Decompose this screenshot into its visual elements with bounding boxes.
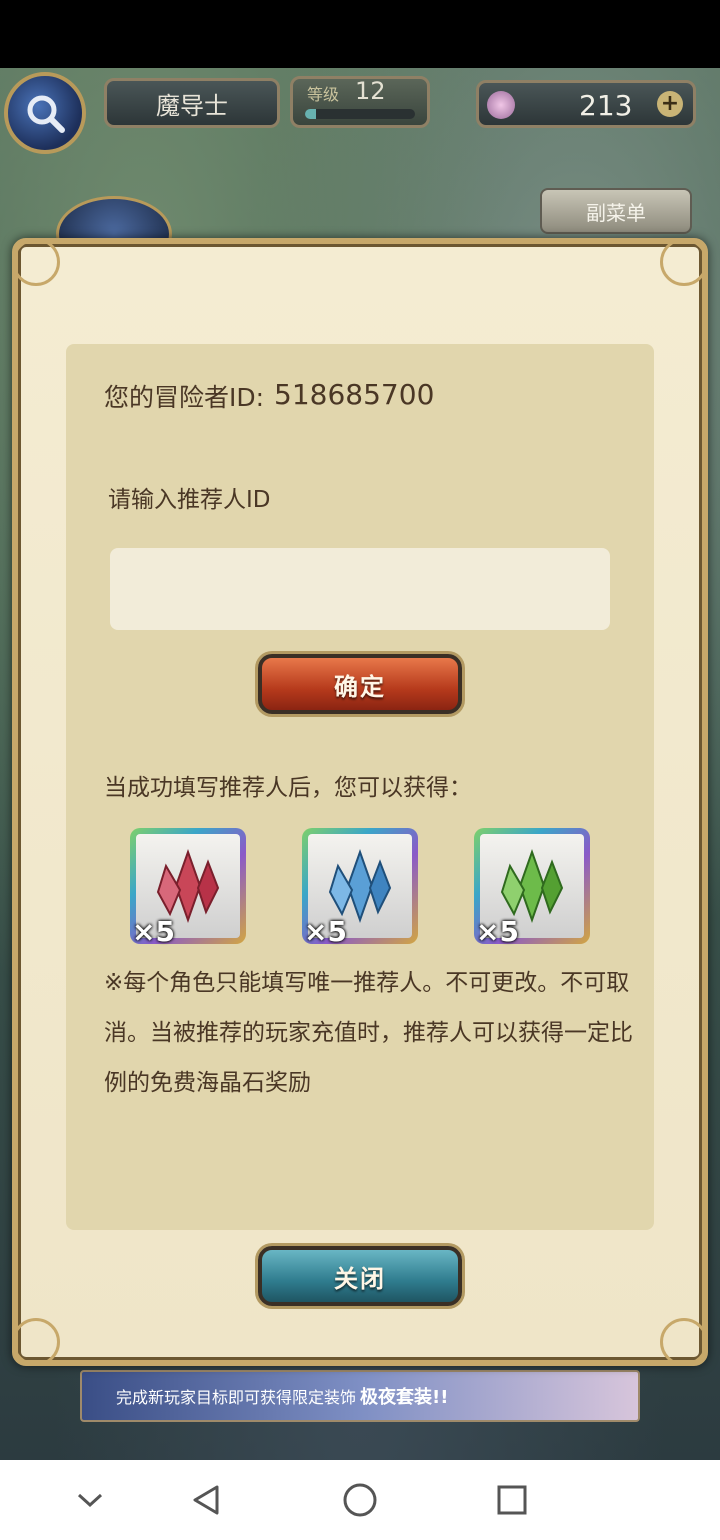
confirm-button[interactable]: 确定 <box>258 654 462 714</box>
chevron-down-icon[interactable] <box>70 1480 110 1520</box>
red-crystal-icon <box>156 848 220 924</box>
reward-item-blue-crystal[interactable]: ×5 <box>302 828 418 948</box>
add-gems-button[interactable]: + <box>657 91 683 117</box>
status-bar <box>0 0 720 68</box>
banner-text: 完成新玩家目标即可获得限定装饰 <box>116 1388 357 1407</box>
corner-ornament <box>660 238 708 286</box>
corner-ornament <box>12 1318 60 1366</box>
adventurer-id-label: 您的冒险者ID: <box>104 383 265 412</box>
reward-item-green-crystal[interactable]: ×5 <box>474 828 590 948</box>
adventurer-id-row: 您的冒险者ID: 518685700 <box>104 378 434 414</box>
reward-note: 当成功填写推荐人后，您可以获得： <box>104 775 472 801</box>
search-icon <box>27 95 65 133</box>
submenu-button[interactable]: 副菜单 <box>540 188 692 234</box>
blue-crystal-icon <box>328 848 392 924</box>
level-label: 等级 <box>307 85 340 104</box>
reward-item-red-crystal[interactable]: ×5 <box>130 828 246 948</box>
back-icon[interactable] <box>186 1480 226 1520</box>
gem-counter: 213 + <box>476 80 696 128</box>
reward-quantity: ×5 <box>304 915 347 948</box>
level-progress-bar <box>305 109 415 119</box>
reward-quantity: ×5 <box>476 915 519 948</box>
home-icon[interactable] <box>340 1480 380 1520</box>
level-display: 等级 12 <box>290 76 430 128</box>
close-button[interactable]: 关闭 <box>258 1246 462 1306</box>
gem-count: 213 <box>579 89 633 122</box>
search-button[interactable] <box>4 72 86 154</box>
adventurer-id-value: 518685700 <box>274 378 435 411</box>
corner-ornament <box>12 238 60 286</box>
banner-highlight: 极夜套装!! <box>360 1387 449 1408</box>
referrer-id-label: 请输入推荐人ID <box>108 487 271 513</box>
reward-quantity: ×5 <box>132 915 175 948</box>
character-name: 魔导士 <box>104 78 280 128</box>
android-nav-bar <box>0 1460 720 1540</box>
green-crystal-icon <box>500 848 564 924</box>
level-value: 12 <box>355 77 386 105</box>
corner-ornament <box>660 1318 708 1366</box>
event-banner[interactable]: 完成新玩家目标即可获得限定装饰 极夜套装!! <box>80 1370 640 1422</box>
recents-icon[interactable] <box>492 1480 532 1520</box>
gem-icon <box>487 91 515 119</box>
referrer-id-input[interactable] <box>110 548 610 630</box>
referral-notice: ※每个角色只能填写唯一推荐人。不可更改。不可取消。当被推荐的玩家充值时，推荐人可… <box>104 970 633 1096</box>
